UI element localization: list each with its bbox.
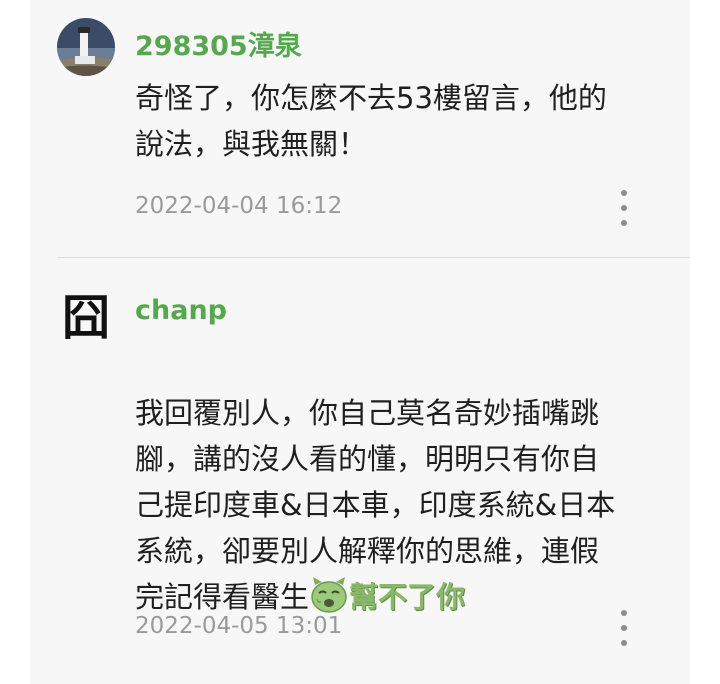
more-vertical-icon[interactable] xyxy=(616,610,632,646)
avatar[interactable]: 囧 xyxy=(57,289,115,347)
comment-text: 我回覆別人，你自己莫名奇妙插嘴跳 腳，講的沒人看的懂，明明只有你自 己提印度車&… xyxy=(135,344,650,620)
comments-panel: 298305漳泉 奇怪了，你怎麼不去53樓留言，他的 說法，與我無關！ 2022… xyxy=(30,0,690,684)
more-vertical-icon[interactable] xyxy=(616,190,632,226)
comment-author[interactable]: 298305漳泉 xyxy=(135,24,302,63)
sticker-caption: 幫不了你 xyxy=(349,580,466,614)
comment-timestamp: 2022-04-05 13:01 xyxy=(135,613,343,639)
comment-text: 奇怪了，你怎麼不去53樓留言，他的 說法，與我無關！ xyxy=(135,81,607,161)
comment-author[interactable]: chanp xyxy=(135,295,227,326)
lighthouse-avatar-image xyxy=(57,18,115,76)
sick-face-sticker-icon xyxy=(311,577,347,613)
avatar[interactable] xyxy=(57,18,115,76)
comment-divider xyxy=(57,257,690,258)
comment-timestamp: 2022-04-04 16:12 xyxy=(135,193,343,219)
